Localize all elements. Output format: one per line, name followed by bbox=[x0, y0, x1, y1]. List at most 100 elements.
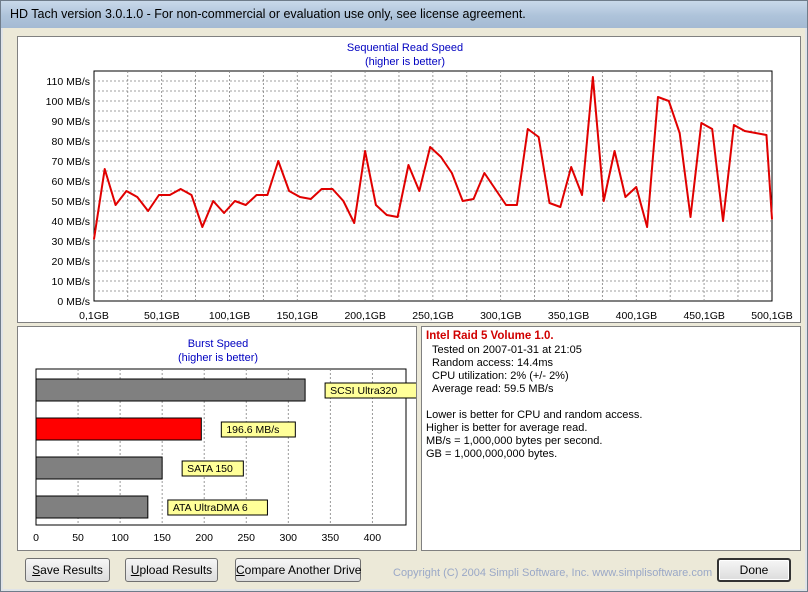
read-speed-point bbox=[678, 132, 681, 134]
read-speed-point bbox=[494, 188, 497, 190]
read-speed-point bbox=[407, 164, 410, 166]
title-bar[interactable]: HD Tach version 3.0.1.0 - For non-commer… bbox=[1, 1, 807, 28]
read-x-tick-label: 200,1GB bbox=[344, 310, 385, 322]
read-speed-point bbox=[125, 190, 128, 192]
read-speed-point bbox=[451, 172, 453, 174]
read-speed-point bbox=[103, 168, 106, 170]
read-x-tick-label: 100,1GB bbox=[209, 310, 250, 322]
read-x-tick-label: 0,1GB bbox=[79, 310, 109, 322]
read-speed-point bbox=[396, 216, 399, 218]
average-read: Average read: 59.5 MB/s bbox=[432, 383, 554, 395]
read-speed-point bbox=[505, 204, 507, 206]
read-speed-point bbox=[733, 124, 735, 126]
upload-label: pload Results bbox=[139, 563, 213, 577]
burst-chart-x-axis: 0 50 100 150 200 250 300 350 400 bbox=[33, 532, 381, 544]
read-speed-point bbox=[266, 194, 269, 196]
compare-drive-button[interactable]: Compare Another Drive bbox=[235, 558, 361, 582]
app-window: HD Tach version 3.0.1.0 - For non-commer… bbox=[0, 0, 808, 592]
compare-accel-key: C bbox=[236, 563, 245, 577]
read-speed-point bbox=[179, 188, 182, 190]
random-access: Random access: 14.4ms bbox=[432, 357, 554, 369]
drive-name: Intel Raid 5 Volume 1.0. bbox=[426, 330, 554, 342]
read-x-tick-label: 500,1GB bbox=[751, 310, 792, 322]
read-speed-point bbox=[581, 194, 583, 196]
read-x-tick-label: 400,1GB bbox=[616, 310, 657, 322]
read-speed-point bbox=[711, 128, 714, 130]
read-speed-point bbox=[624, 196, 627, 198]
read-speed-point bbox=[277, 160, 280, 162]
burst-bar-label: 196.6 MB/s bbox=[226, 424, 279, 436]
read-y-tick-label: 80 MB/s bbox=[51, 136, 90, 148]
read-y-tick-label: 60 MB/s bbox=[51, 176, 90, 188]
save-results-button[interactable]: Save Results bbox=[25, 558, 110, 582]
read-speed-point bbox=[375, 204, 377, 206]
read-speed-point bbox=[602, 200, 605, 202]
read-speed-point bbox=[722, 220, 724, 222]
read-speed-point bbox=[461, 200, 464, 202]
save-label: ave Results bbox=[40, 563, 103, 577]
copyright-text[interactable]: Copyright (C) 2004 Simpli Software, Inc.… bbox=[393, 567, 712, 579]
read-speed-point bbox=[136, 196, 139, 198]
upload-results-button[interactable]: Upload Results bbox=[125, 558, 218, 582]
read-speed-point bbox=[353, 222, 356, 224]
read-speed-point bbox=[440, 156, 442, 158]
read-speed-point bbox=[234, 200, 236, 202]
read-speed-panel: Sequential Read Speed (higher is better)… bbox=[17, 36, 801, 323]
window-title: HD Tach version 3.0.1.0 - For non-commer… bbox=[10, 7, 526, 21]
tested-on: Tested on 2007-01-31 at 21:05 bbox=[432, 344, 582, 356]
burst-x-tick-label: 0 bbox=[33, 532, 39, 544]
burst-bar-label: ATA UltraDMA 6 bbox=[173, 502, 248, 514]
read-speed-point bbox=[559, 206, 562, 208]
read-speed-point bbox=[299, 196, 301, 198]
note-line: Lower is better for CPU and random acces… bbox=[426, 409, 643, 421]
read-x-tick-label: 50,1GB bbox=[144, 310, 180, 322]
read-y-tick-label: 30 MB/s bbox=[51, 236, 90, 248]
read-speed-chart: Sequential Read Speed (higher is better)… bbox=[46, 42, 793, 322]
burst-chart-subtitle: (higher is better) bbox=[178, 352, 258, 364]
read-y-tick-label: 110 MB/s bbox=[46, 76, 90, 88]
read-y-tick-label: 40 MB/s bbox=[51, 216, 90, 228]
done-button[interactable]: Done bbox=[717, 558, 791, 582]
read-speed-point bbox=[385, 214, 388, 216]
burst-x-tick-label: 300 bbox=[280, 532, 298, 544]
note-line: Higher is better for average read. bbox=[426, 422, 588, 434]
read-y-tick-label: 20 MB/s bbox=[51, 256, 90, 268]
results-panel: Intel Raid 5 Volume 1.0. Tested on 2007-… bbox=[421, 326, 801, 551]
read-speed-point bbox=[613, 150, 616, 152]
read-chart-subtitle: (higher is better) bbox=[365, 56, 445, 68]
read-x-tick-label: 350,1GB bbox=[548, 310, 589, 322]
read-speed-point bbox=[771, 218, 773, 220]
read-y-tick-label: 100 MB/s bbox=[46, 96, 90, 108]
read-speed-point bbox=[537, 136, 540, 138]
read-speed-point bbox=[310, 198, 312, 200]
read-chart-x-axis: 0,1GB 50,1GB 100,1GB 150,1GB 200,1GB 250,1GB 3… bbox=[79, 310, 793, 322]
read-speed-point bbox=[592, 76, 594, 78]
burst-speed-panel: Burst Speed (higher is better) SCSI Ultr… bbox=[17, 326, 417, 551]
burst-x-tick-label: 250 bbox=[237, 532, 255, 544]
burst-x-tick-label: 200 bbox=[195, 532, 213, 544]
cpu-utilization: CPU utilization: 2% (+/- 2%) bbox=[432, 370, 569, 382]
read-speed-point bbox=[158, 194, 160, 196]
read-y-tick-label: 90 MB/s bbox=[51, 116, 90, 128]
read-speed-point bbox=[689, 216, 692, 218]
read-x-tick-label: 450,1GB bbox=[683, 310, 724, 322]
read-x-tick-label: 300,1GB bbox=[480, 310, 521, 322]
read-speed-point bbox=[147, 210, 149, 212]
read-chart-y-axis: 0 MB/s 10 MB/s 20 MB/s 30 MB/s 40 MB/s 50 MB/… bbox=[46, 76, 90, 308]
read-speed-point bbox=[700, 122, 703, 124]
burst-x-tick-label: 150 bbox=[153, 532, 171, 544]
read-speed-point bbox=[190, 194, 193, 196]
burst-bar bbox=[35, 495, 149, 519]
read-speed-point bbox=[635, 186, 638, 188]
read-speed-point bbox=[516, 204, 518, 206]
read-speed-point bbox=[169, 194, 171, 196]
burst-speed-chart: Burst Speed (higher is better) SCSI Ultr… bbox=[33, 338, 416, 544]
read-y-tick-label: 70 MB/s bbox=[51, 156, 90, 168]
save-accel-key: S bbox=[32, 563, 41, 577]
burst-x-tick-label: 50 bbox=[72, 532, 84, 544]
read-speed-point bbox=[331, 188, 334, 190]
read-speed-point bbox=[657, 96, 659, 98]
burst-bar bbox=[35, 378, 306, 402]
read-y-tick-label: 50 MB/s bbox=[51, 196, 90, 208]
read-speed-point bbox=[288, 190, 290, 192]
